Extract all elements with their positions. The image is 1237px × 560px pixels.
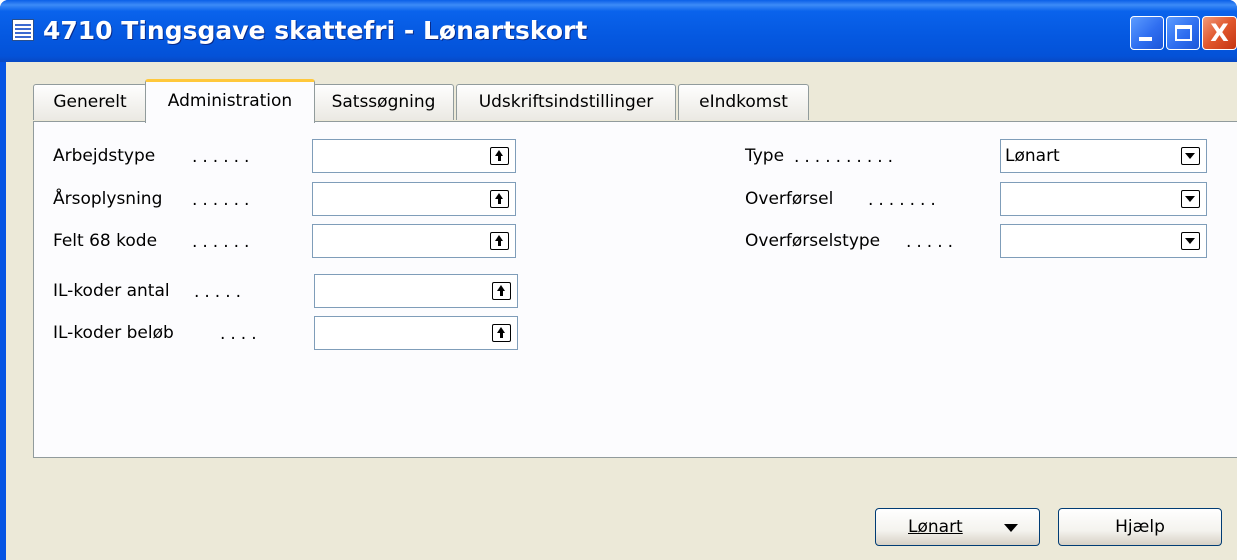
up-arrow-icon[interactable]	[490, 147, 509, 165]
chevron-down-icon[interactable]	[1181, 190, 1200, 208]
close-button[interactable]: X	[1202, 16, 1237, 50]
tab-label: Udskriftsindstillinger	[478, 92, 654, 112]
tab-satssogning[interactable]: Satssøgning	[313, 84, 454, 120]
chevron-down-icon	[1004, 524, 1018, 532]
tab-panel-administration: Arbejdstype ...... Årsoplysning ...... F…	[33, 121, 1237, 458]
tab-administration[interactable]: Administration	[145, 79, 315, 123]
field-label: Overførsel	[745, 189, 834, 209]
title-bar[interactable]: 4710 Tingsgave skattefri - Lønartskort X	[0, 0, 1237, 62]
field-label: Type	[745, 146, 785, 166]
field-label: Felt 68 kode	[53, 231, 158, 251]
field-label: IL-koder beløb	[53, 323, 174, 343]
chevron-down-icon[interactable]	[1181, 232, 1200, 250]
field-label: Overførselstype	[745, 231, 881, 251]
button-label: Lønart	[908, 517, 963, 537]
field-label: Årsoplysning	[53, 189, 163, 209]
overforselstype-select[interactable]	[1000, 224, 1207, 258]
tab-generelt[interactable]: Generelt	[33, 84, 147, 120]
arbejdstype-field[interactable]	[312, 139, 516, 173]
table-icon	[12, 19, 34, 41]
ilkoder-antal-field[interactable]	[314, 274, 518, 308]
tab-eindkomst[interactable]: eIndkomst	[678, 84, 809, 120]
tab-label: Generelt	[53, 92, 127, 112]
field-label: Arbejdstype	[53, 146, 156, 166]
tab-label: Administration	[167, 91, 293, 111]
chevron-down-icon[interactable]	[1181, 147, 1200, 165]
tab-label: eIndkomst	[699, 92, 788, 112]
minimize-icon	[1139, 37, 1152, 41]
field-value: Lønart	[1005, 146, 1060, 166]
application-window: 4710 Tingsgave skattefri - Lønartskort X…	[0, 0, 1237, 560]
overforsel-select[interactable]	[1000, 182, 1207, 216]
up-arrow-icon[interactable]	[490, 190, 509, 208]
up-arrow-icon[interactable]	[490, 232, 509, 250]
window-title: 4710 Tingsgave skattefri - Lønartskort	[43, 16, 588, 45]
ilkoder-belob-field[interactable]	[314, 316, 518, 350]
maximize-button[interactable]	[1166, 16, 1200, 50]
tab-label: Satssøgning	[331, 92, 436, 112]
field-label: IL-koder antal	[53, 281, 170, 301]
tab-udskriftsindstillinger[interactable]: Udskriftsindstillinger	[456, 84, 676, 120]
button-label: Hjælp	[1115, 517, 1165, 537]
minimize-button[interactable]	[1130, 16, 1164, 50]
help-button[interactable]: Hjælp	[1058, 508, 1222, 546]
close-icon: X	[1210, 19, 1229, 47]
arsoplysning-field[interactable]	[312, 182, 516, 216]
felt68-field[interactable]	[312, 224, 516, 258]
maximize-icon	[1175, 25, 1192, 41]
up-arrow-icon[interactable]	[492, 282, 511, 300]
lonart-menu-button[interactable]: Lønart	[875, 508, 1040, 546]
type-select[interactable]: Lønart	[1000, 139, 1207, 173]
up-arrow-icon[interactable]	[492, 324, 511, 342]
window-client-area: Generelt Administration Satssøgning Udsk…	[6, 62, 1237, 560]
